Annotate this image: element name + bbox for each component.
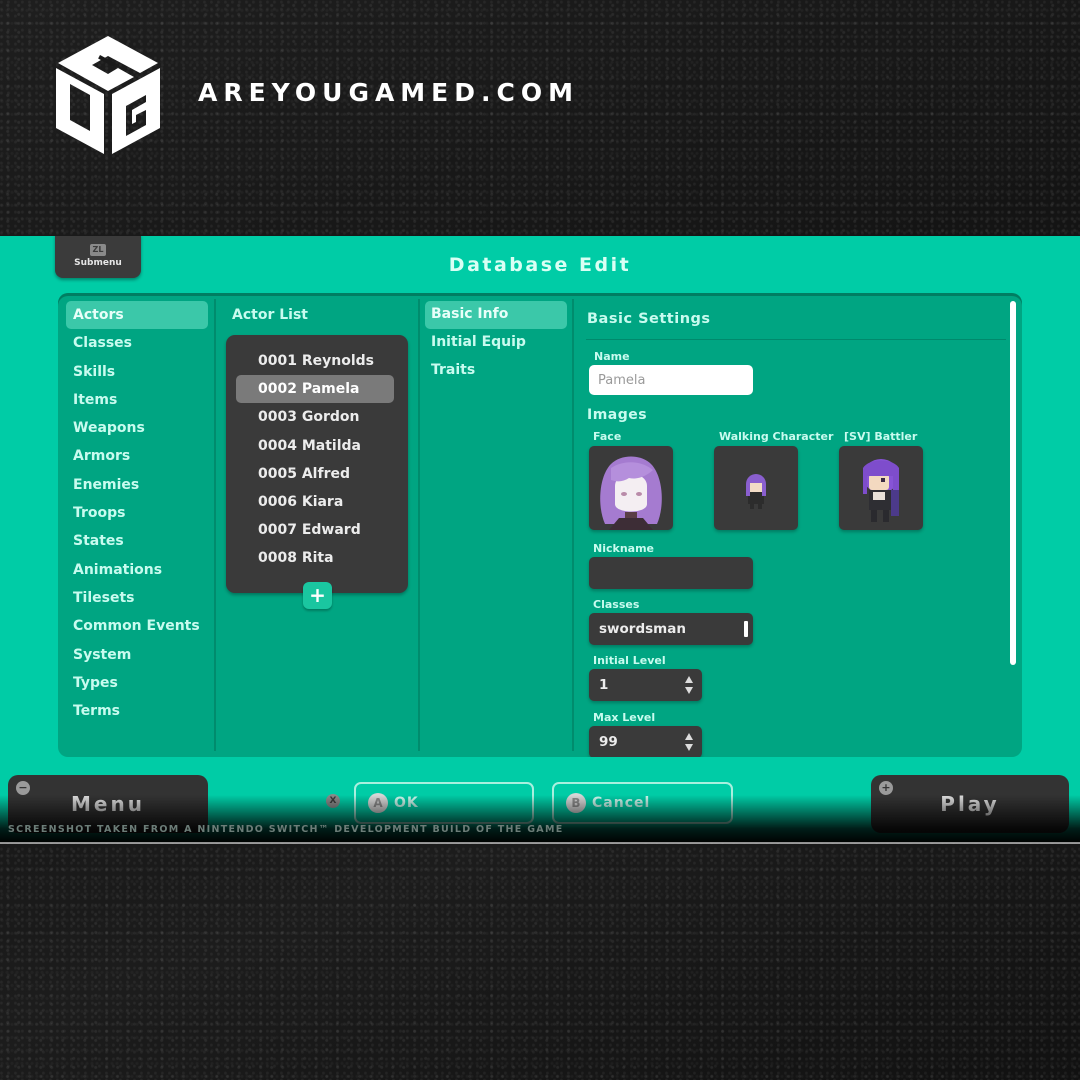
- add-actor-button[interactable]: +: [303, 582, 332, 609]
- nickname-input[interactable]: [589, 557, 753, 589]
- classes-select[interactable]: swordsman: [589, 613, 753, 645]
- actor-item[interactable]: 0003 Gordon: [236, 403, 394, 431]
- minus-button-icon: −: [16, 781, 30, 795]
- category-troops[interactable]: Troops: [66, 499, 208, 527]
- max-level-stepper[interactable]: 99: [589, 726, 702, 757]
- category-animations[interactable]: Animations: [66, 556, 208, 584]
- classes-label: Classes: [593, 598, 640, 611]
- actor-item-selected[interactable]: 0002 Pamela: [236, 375, 394, 404]
- menu-label: Menu: [71, 792, 145, 816]
- name-input[interactable]: [589, 365, 753, 395]
- actor-item[interactable]: 0008 Rita: [236, 544, 394, 572]
- category-types[interactable]: Types: [66, 669, 208, 697]
- category-system[interactable]: System: [66, 641, 208, 669]
- x-button-icon: X: [326, 794, 340, 808]
- plus-button-icon: +: [879, 781, 893, 795]
- play-label: Play: [940, 792, 1000, 816]
- category-tilesets[interactable]: Tilesets: [66, 584, 208, 612]
- screen-border: [0, 842, 1080, 844]
- b-button-icon: B: [566, 793, 586, 813]
- classes-value: swordsman: [599, 621, 686, 637]
- category-common-events[interactable]: Common Events: [66, 612, 208, 640]
- play-button[interactable]: + Play: [871, 775, 1069, 833]
- game-screen: ZL Submenu Database Edit Actors Classes …: [0, 236, 1080, 843]
- images-heading: Images: [587, 407, 648, 423]
- stepper-arrows-icon[interactable]: [685, 675, 693, 695]
- tab-basic-info[interactable]: Basic Info: [425, 301, 567, 329]
- category-enemies[interactable]: Enemies: [66, 471, 208, 499]
- category-list: Actors Classes Skills Items Weapons Armo…: [66, 301, 208, 725]
- tab-initial-equip[interactable]: Initial Equip: [425, 329, 567, 357]
- divider: [586, 339, 1006, 340]
- category-states[interactable]: States: [66, 527, 208, 555]
- page-title: Database Edit: [448, 254, 632, 276]
- actor-item[interactable]: 0006 Kiara: [236, 488, 394, 516]
- initial-level-value: 1: [599, 677, 609, 693]
- site-name: AREYOUGAMED.COM: [198, 78, 579, 107]
- actor-item[interactable]: 0005 Alfred: [236, 460, 394, 488]
- category-armors[interactable]: Armors: [66, 442, 208, 470]
- max-level-label: Max Level: [593, 711, 656, 724]
- face-portrait-icon: [600, 456, 662, 530]
- cancel-button[interactable]: B Cancel: [552, 782, 733, 824]
- actor-list: 0001 Reynolds 0002 Pamela 0003 Gordon 00…: [226, 335, 408, 593]
- name-label: Name: [594, 350, 630, 363]
- section-title: Basic Settings: [587, 311, 711, 327]
- max-level-value: 99: [599, 734, 618, 750]
- disclaimer-text: SCREENSHOT TAKEN FROM A NINTENDO SWITCH™…: [8, 824, 564, 835]
- dropdown-indicator-icon: [744, 621, 748, 637]
- ok-label: OK: [394, 795, 419, 811]
- ok-button[interactable]: A OK: [354, 782, 534, 824]
- column-divider: [418, 299, 420, 751]
- category-skills[interactable]: Skills: [66, 358, 208, 386]
- nickname-label: Nickname: [593, 542, 654, 555]
- actor-item[interactable]: 0007 Edward: [236, 516, 394, 544]
- sv-battler-label: [SV] Battler: [844, 430, 918, 443]
- tab-traits[interactable]: Traits: [425, 357, 567, 385]
- scrollbar[interactable]: [1010, 301, 1016, 665]
- basic-settings-form: Basic Settings Name Images Face Walking …: [586, 293, 1006, 757]
- category-terms[interactable]: Terms: [66, 697, 208, 725]
- detail-tabs: Basic Info Initial Equip Traits: [425, 301, 567, 385]
- actor-item[interactable]: 0001 Reynolds: [236, 347, 394, 375]
- column-divider: [214, 299, 216, 751]
- cube-logo-icon: [56, 36, 160, 154]
- initial-level-stepper[interactable]: 1: [589, 669, 702, 701]
- plus-icon: +: [309, 583, 326, 607]
- actor-list-heading: Actor List: [232, 307, 308, 323]
- database-panel: Actors Classes Skills Items Weapons Armo…: [58, 293, 1022, 757]
- face-label: Face: [593, 430, 622, 443]
- category-items[interactable]: Items: [66, 386, 208, 414]
- battler-sprite-icon: [863, 459, 899, 522]
- sv-battler-slot[interactable]: [839, 446, 923, 530]
- a-button-icon: A: [368, 793, 388, 813]
- column-divider: [572, 299, 574, 751]
- stepper-arrows-icon[interactable]: [685, 732, 693, 752]
- walking-character-label: Walking Character: [719, 430, 834, 443]
- walking-character-slot[interactable]: [714, 446, 798, 530]
- category-classes[interactable]: Classes: [66, 329, 208, 357]
- initial-level-label: Initial Level: [593, 654, 666, 667]
- category-weapons[interactable]: Weapons: [66, 414, 208, 442]
- cancel-label: Cancel: [592, 795, 651, 811]
- brand-header: AREYOUGAMED.COM: [52, 32, 573, 157]
- category-actors[interactable]: Actors: [66, 301, 208, 330]
- actor-item[interactable]: 0004 Matilda: [236, 432, 394, 460]
- walking-sprite-icon: [746, 474, 766, 509]
- face-image-slot[interactable]: [589, 446, 673, 530]
